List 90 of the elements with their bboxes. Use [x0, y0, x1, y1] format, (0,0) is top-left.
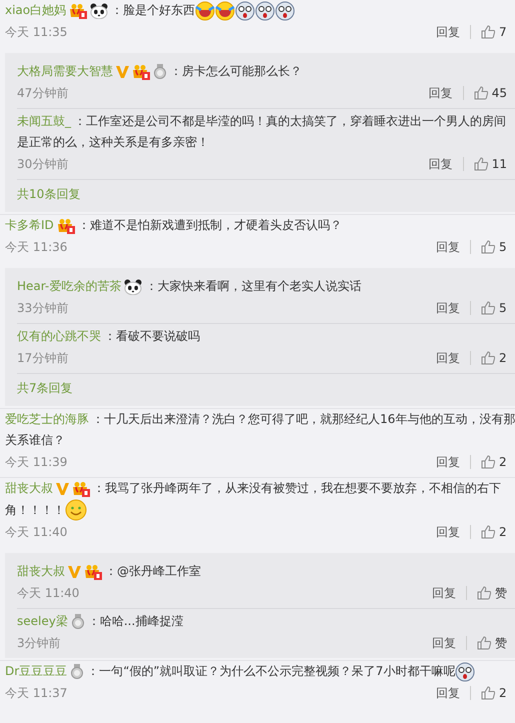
timestamp: 今天 11:40 — [5, 524, 68, 540]
timestamp: 今天 11:39 — [5, 454, 68, 470]
username-link[interactable]: seeley梁 — [17, 611, 68, 632]
comment-text: ：工作室还是公司不都是毕滢的吗！真的太搞笑了，穿着睡衣进出一个男人的房间 — [74, 113, 506, 130]
verified-v-icon — [116, 64, 129, 78]
like-count: 45 — [492, 86, 507, 100]
timestamp: 33分钟前 — [17, 300, 70, 316]
username-link[interactable]: 大格局需要大智慧 — [17, 61, 113, 82]
panda-icon — [124, 278, 142, 294]
reply-button[interactable]: 回复 — [436, 350, 460, 366]
verified-v-icon — [56, 482, 69, 496]
like-count: 11 — [492, 157, 507, 171]
thumbs-up-icon[interactable] — [481, 25, 495, 39]
smiley-emoji-icon — [65, 499, 87, 521]
comment-text: ：我骂了张丹峰两年了，从来没有被赞过，我在想要不要放弃，不相信的右下 — [93, 480, 501, 497]
crown-badge-icon — [56, 218, 75, 234]
comment-text: ：难道不是怕新戏遭到抵制，才硬着头皮否认吗？ — [78, 217, 342, 234]
reply-button[interactable]: 回复 — [432, 584, 456, 602]
crown-badge-icon — [84, 564, 102, 580]
username-link[interactable]: 仅有的心跳不哭 — [17, 326, 101, 347]
username-link[interactable]: xiao白她妈 — [5, 0, 66, 21]
like-count: 赞 — [495, 634, 507, 652]
like-count: 2 — [499, 686, 507, 700]
comment-text: ：哈哈...捕峰捉滢 — [88, 613, 184, 630]
thumbs-up-icon[interactable] — [481, 240, 495, 254]
medal-icon — [70, 664, 84, 679]
timestamp: 3分钟前 — [17, 634, 62, 652]
like-count: 2 — [499, 351, 507, 365]
timestamp: 47分钟前 — [17, 84, 70, 102]
comment-text: 角！！！！ — [5, 502, 65, 518]
laughing-emoji-icon — [215, 0, 236, 20]
reply-button[interactable]: 回复 — [436, 238, 460, 256]
thumbs-up-icon[interactable] — [481, 455, 495, 469]
username-link[interactable]: 卡多希ID — [5, 215, 54, 236]
comment-text: ：房卡怎么可能那么长？ — [170, 63, 302, 80]
reply-button[interactable]: 回复 — [436, 24, 460, 40]
reply-button[interactable]: 回复 — [436, 524, 460, 540]
reply-button[interactable]: 回复 — [436, 454, 460, 470]
shocked-emoji-icon — [275, 0, 296, 20]
medal-icon — [70, 614, 85, 629]
thumbs-up-icon[interactable] — [474, 86, 488, 100]
laughing-emoji-icon — [195, 0, 216, 20]
reply-button[interactable]: 回复 — [436, 684, 460, 702]
username-link[interactable]: 甜丧大叔 — [17, 561, 65, 582]
like-count: 2 — [499, 455, 507, 469]
medal-icon — [153, 64, 167, 79]
thumbs-up-icon[interactable] — [477, 636, 491, 650]
comment-text: ：看破不要说破吗 — [104, 328, 200, 345]
comment-text: ：大家快来看啊，这里有个老实人说实话 — [145, 278, 362, 295]
crown-badge-icon — [72, 480, 90, 496]
username-link[interactable]: 爱吃芝士的海豚 — [5, 409, 89, 430]
reply-button[interactable]: 回复 — [428, 84, 453, 102]
username-link[interactable]: 甜丧大叔 — [5, 478, 53, 499]
timestamp: 17分钟前 — [17, 350, 70, 366]
reply-button[interactable]: 回复 — [436, 300, 460, 316]
username-link[interactable]: Dr豆豆豆豆 — [5, 661, 68, 682]
comment-text: ：一句“假的”就叫取证？为什么不公示完整视频？呆了7小时都干嘛呢 — [87, 663, 456, 680]
verified-v-icon — [68, 564, 81, 578]
thumbs-up-icon[interactable] — [481, 686, 495, 700]
timestamp: 今天 11:37 — [5, 684, 68, 702]
username-link[interactable]: 未闻五鼓_ — [17, 111, 71, 132]
thumbs-up-icon[interactable] — [477, 586, 491, 600]
more-replies-link[interactable]: 共10条回复 — [17, 180, 515, 212]
timestamp: 30分钟前 — [17, 156, 70, 172]
thumbs-up-icon[interactable] — [481, 525, 495, 539]
reply-button[interactable]: 回复 — [432, 634, 456, 652]
like-count: 5 — [499, 301, 507, 315]
timestamp: 今天 11:35 — [5, 24, 68, 40]
more-replies-link[interactable]: 共7条回复 — [17, 374, 515, 406]
thumbs-up-icon[interactable] — [474, 157, 488, 171]
timestamp: 今天 11:36 — [5, 238, 68, 256]
like-count: 7 — [499, 25, 507, 39]
comment-text: 关系谁信？ — [5, 432, 65, 449]
shocked-emoji-icon — [255, 0, 276, 20]
shocked-emoji-icon — [235, 0, 256, 20]
thumbs-up-icon[interactable] — [481, 351, 495, 365]
crown-badge-icon — [132, 64, 150, 80]
comment-text: ：@张丹峰工作室 — [105, 563, 201, 580]
timestamp: 今天 11:40 — [17, 584, 80, 602]
comment-text: 是正常的么，这种关系是有多亲密！ — [17, 134, 209, 151]
like-count: 5 — [499, 240, 507, 254]
panda-icon — [90, 2, 108, 18]
comment-text: ：脸是个好东西 — [111, 2, 196, 19]
comment-text: ：十几天后出来澄清？洗白？您可得了吧，就那经纪人16年与他的互动，没有那 — [92, 411, 515, 428]
reply-button[interactable]: 回复 — [428, 156, 453, 172]
like-count: 赞 — [495, 584, 507, 602]
like-count: 2 — [499, 525, 507, 539]
thumbs-up-icon[interactable] — [481, 301, 495, 315]
crown-badge-icon — [69, 2, 88, 18]
username-link[interactable]: Hear-爱吃余的苦茶 — [17, 276, 122, 297]
